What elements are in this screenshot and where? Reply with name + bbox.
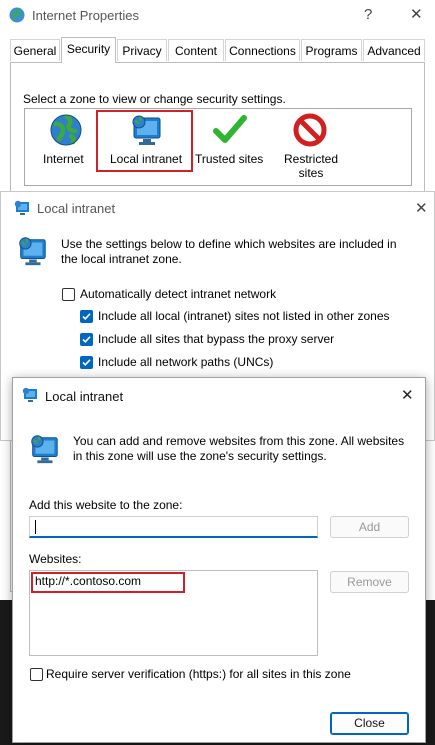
description: Use the settings below to define which w…: [61, 237, 397, 266]
monitor-globe-icon: [21, 386, 39, 407]
option-local-sites[interactable]: Include all local (intranet) sites not l…: [79, 309, 399, 325]
tab-security[interactable]: Security: [61, 37, 116, 63]
option-label: Require server verification (https:) for…: [46, 667, 351, 681]
monitor-globe-icon: [27, 432, 61, 469]
title-bar: Local intranet ✕: [13, 378, 425, 408]
description: You can add and remove websites from thi…: [73, 434, 405, 463]
option-bypass-proxy[interactable]: Include all sites that bypass the proxy …: [79, 332, 399, 348]
add-website-label: Add this website to the zone:: [29, 498, 183, 512]
zone-internet[interactable]: Internet: [38, 112, 94, 172]
window-title: Internet Properties: [32, 8, 139, 23]
tab-content[interactable]: Content: [168, 39, 224, 61]
desktop: { "internet_properties": { "title": "Int…: [0, 0, 435, 745]
checkbox[interactable]: [30, 668, 43, 681]
close-button[interactable]: ✕: [415, 200, 428, 218]
globe-icon: [48, 112, 84, 151]
website-highlight-box: [31, 572, 185, 593]
monitor-globe-icon: [15, 234, 49, 271]
tab-connections[interactable]: Connections: [225, 39, 300, 61]
option-network-paths[interactable]: Include all network paths (UNCs): [79, 355, 399, 371]
remove-button[interactable]: Remove: [330, 571, 409, 593]
option-label: Automatically detect intranet network: [80, 287, 277, 301]
option-label: Include all local (intranet) sites not l…: [98, 309, 390, 323]
help-button[interactable]: ?: [364, 6, 372, 24]
checkbox[interactable]: [62, 288, 75, 301]
websites-label: Websites:: [29, 552, 82, 566]
option-label: Include all network paths (UNCs): [98, 355, 274, 369]
prohibited-icon: [292, 112, 328, 151]
zone-label: Internet: [43, 152, 84, 166]
sites-dialog-window: Local intranet ✕ You can add and remove …: [12, 377, 426, 743]
close-dialog-button[interactable]: Close: [330, 712, 409, 735]
option-label: Include all sites that bypass the proxy …: [98, 332, 335, 346]
add-website-input[interactable]: [29, 516, 318, 538]
title-bar: Local intranet ✕: [1, 192, 434, 222]
text-cursor: [35, 520, 36, 534]
close-button[interactable]: ✕: [410, 6, 423, 24]
zone-label: Trusted sites: [195, 152, 264, 166]
tab-advanced[interactable]: Advanced: [363, 39, 425, 61]
require-https-option[interactable]: Require server verification (https:) for…: [29, 667, 414, 683]
zone-prompt: Select a zone to view or change security…: [23, 92, 286, 106]
tab-privacy[interactable]: Privacy: [117, 39, 167, 61]
window-title: Local intranet: [37, 201, 116, 216]
window-title: Local intranet: [45, 389, 124, 404]
tab-general[interactable]: General: [10, 39, 60, 61]
zone-trusted-sites[interactable]: Trusted sites: [194, 112, 270, 172]
zone-highlight-box: [96, 110, 193, 172]
globe-icon: [8, 6, 26, 27]
title-bar: Internet Properties ? ✕: [0, 0, 435, 30]
checkbox[interactable]: [80, 310, 93, 323]
monitor-globe-icon: [13, 199, 31, 220]
zone-label: Restricted sites: [283, 152, 339, 180]
tab-programs[interactable]: Programs: [301, 39, 362, 61]
checkbox[interactable]: [80, 356, 93, 369]
option-auto-detect[interactable]: Automatically detect intranet network: [61, 287, 391, 303]
add-button[interactable]: Add: [330, 516, 409, 538]
close-button[interactable]: ✕: [401, 387, 414, 405]
checkbox[interactable]: [80, 333, 93, 346]
zone-restricted-sites[interactable]: Restricted sites: [278, 112, 344, 180]
checkmark-icon: [212, 112, 248, 151]
